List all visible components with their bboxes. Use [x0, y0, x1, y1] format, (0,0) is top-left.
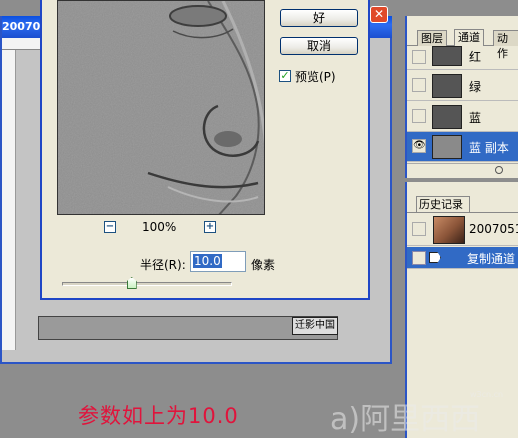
channels-tabs: 图层 通道 动作: [407, 29, 518, 60]
channel-thumbnail: [432, 74, 462, 98]
channel-label: 红: [469, 50, 482, 64]
preview-checkbox[interactable]: ✓: [279, 70, 291, 82]
image-stamp: 迁影中国: [292, 317, 338, 335]
visibility-toggle[interactable]: [412, 78, 426, 92]
snapshot-label: 2007051: [469, 222, 518, 236]
tab-actions[interactable]: 动作: [493, 30, 518, 60]
radius-input[interactable]: 10.0: [190, 251, 246, 272]
horizontal-ruler: [2, 38, 42, 50]
zoom-out-button[interactable]: −: [104, 221, 116, 233]
filter-preview[interactable]: [57, 0, 265, 215]
radius-slider-track[interactable]: [62, 282, 232, 286]
history-step-icon: [429, 252, 441, 263]
channel-thumbnail: [432, 135, 462, 159]
radius-slider-thumb[interactable]: [126, 277, 137, 289]
visibility-toggle[interactable]: [412, 50, 426, 64]
document-close-button[interactable]: ✕: [370, 6, 388, 23]
tab-layers[interactable]: 图层: [417, 30, 447, 46]
history-snapshot[interactable]: 2007051: [407, 213, 518, 246]
history-source-toggle[interactable]: [412, 251, 426, 265]
snapshot-thumbnail: [433, 216, 465, 244]
zoom-in-button[interactable]: +: [204, 221, 216, 233]
load-selection-icon[interactable]: [495, 166, 503, 174]
channel-row-red[interactable]: 红: [407, 46, 518, 70]
zoom-level: 100%: [142, 220, 177, 234]
tab-history[interactable]: 历史记录: [416, 196, 470, 213]
channel-thumbnail: [432, 46, 462, 66]
preview-checkbox-label[interactable]: 预览(P): [295, 68, 336, 85]
channel-row-blue[interactable]: 蓝: [407, 102, 518, 132]
radius-label: 半径(R):: [140, 258, 186, 272]
tab-channels[interactable]: 通道: [454, 29, 484, 46]
channels-footer: [407, 163, 518, 178]
channel-label: 蓝: [469, 111, 482, 125]
filter-dialog: 好 取消 ✓ 预览(P) − 100% + 半径(R): 10.0 像素: [40, 0, 370, 300]
channel-label: 绿: [469, 80, 482, 94]
site-url: w3cn.cn: [470, 390, 504, 399]
history-step-label: 复制通道: [467, 252, 516, 266]
preview-image: [58, 1, 264, 214]
channel-row-blue-copy[interactable]: 👁 蓝 副本: [407, 132, 518, 162]
history-step[interactable]: 复制通道: [407, 247, 518, 269]
channel-label: 蓝 副本: [469, 141, 509, 155]
channels-panel: 图层 通道 动作 红 绿 蓝 👁 蓝 副本: [405, 16, 518, 178]
site-logo: a)阿里西西: [330, 402, 481, 437]
channel-row-green[interactable]: 绿: [407, 71, 518, 101]
radius-value: 10.0: [193, 254, 222, 268]
radius-unit: 像素: [251, 258, 276, 272]
ok-button[interactable]: 好: [280, 9, 358, 27]
history-source-toggle[interactable]: [412, 222, 426, 236]
eye-icon[interactable]: 👁: [412, 139, 426, 153]
caption-text: 参数如上为10.0: [78, 404, 239, 428]
channel-thumbnail: [432, 105, 462, 129]
cancel-button[interactable]: 取消: [280, 37, 358, 55]
visibility-toggle[interactable]: [412, 109, 426, 123]
vertical-ruler: [2, 50, 16, 350]
